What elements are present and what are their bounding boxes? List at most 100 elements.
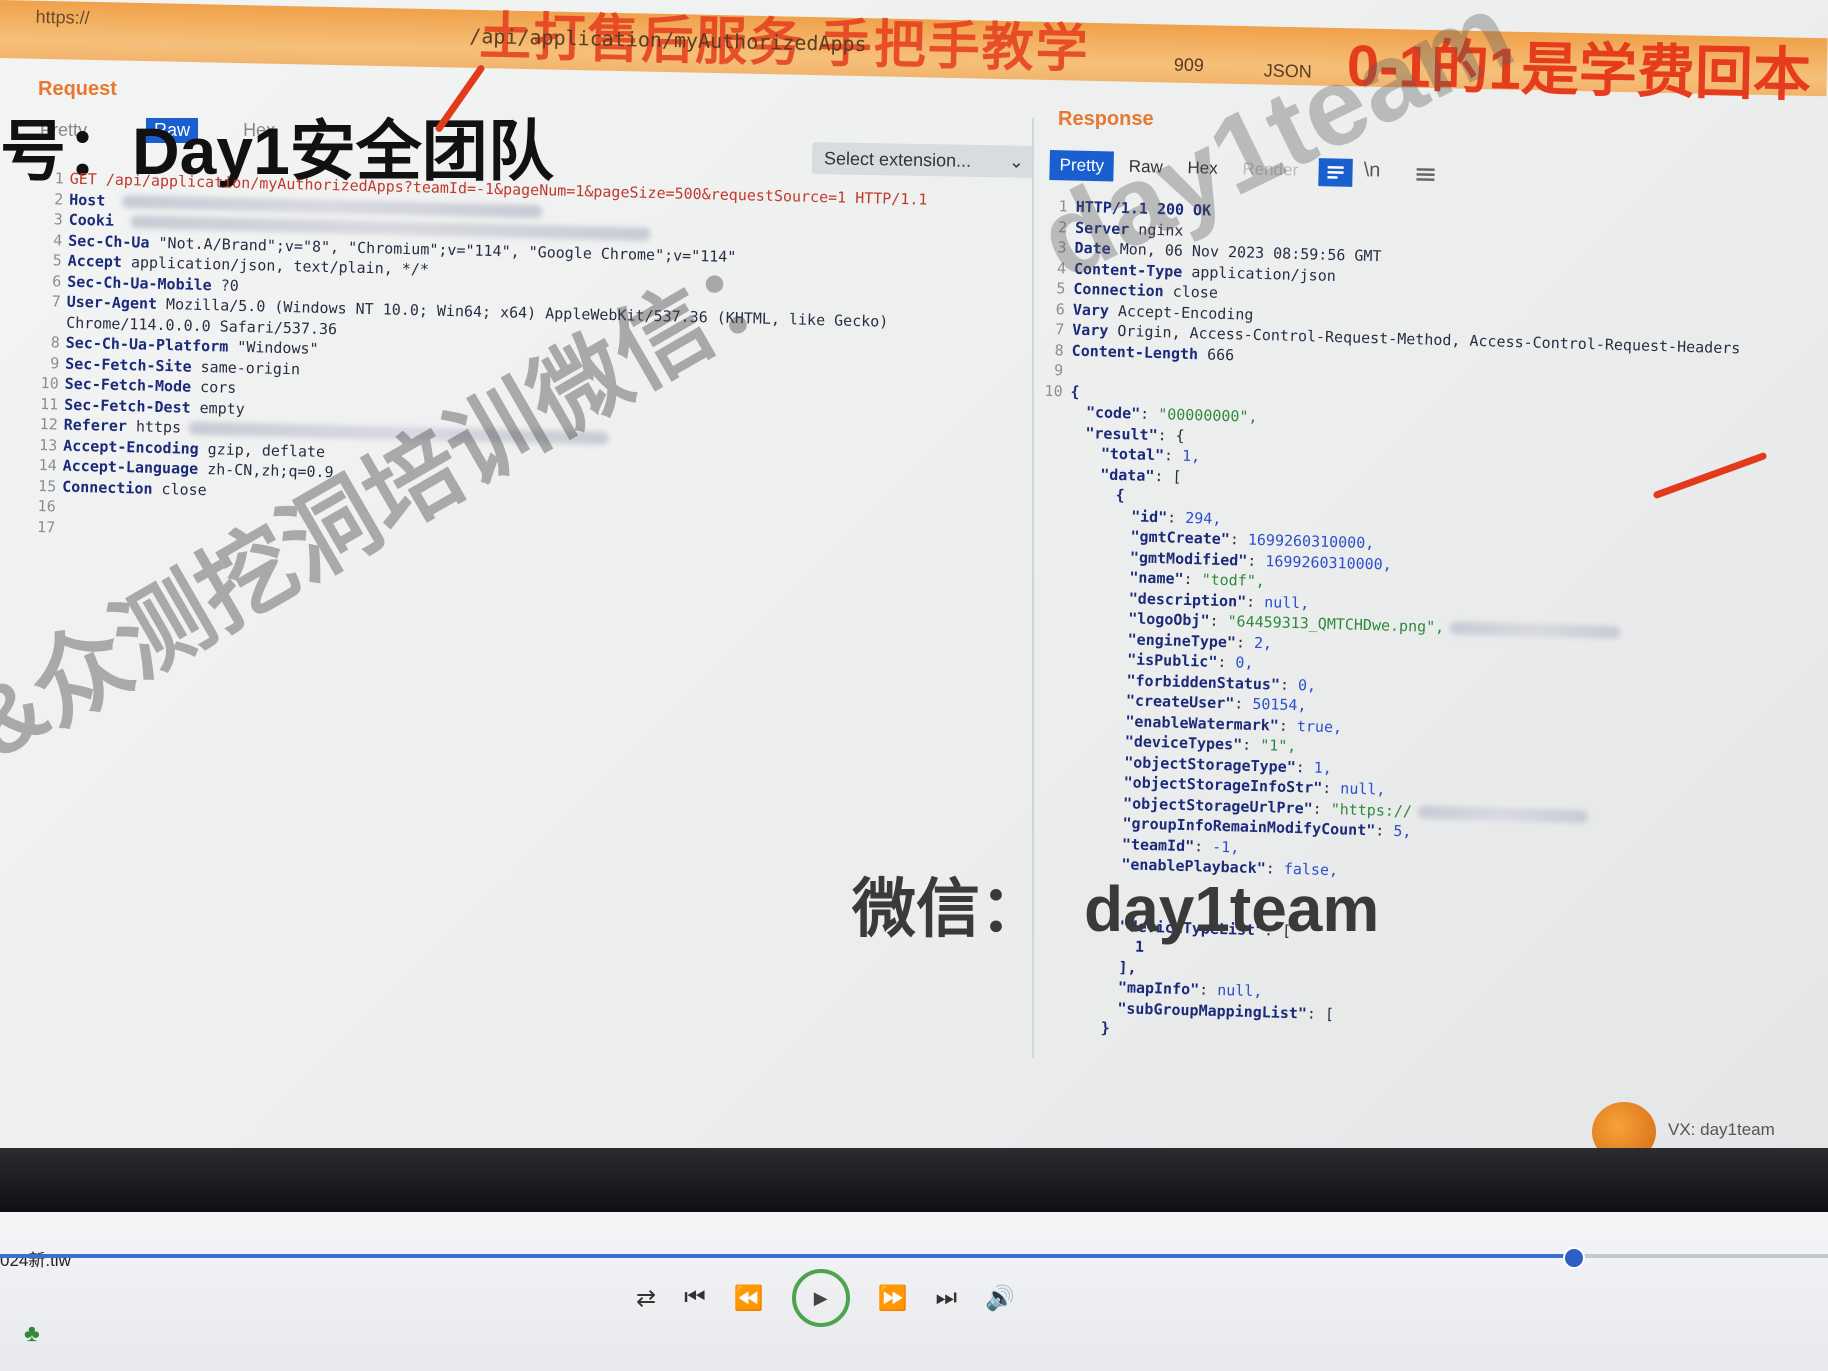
header-name: Sec-Fetch-Mode	[64, 374, 192, 396]
json-value: [	[1172, 467, 1182, 486]
line-number: 6	[1055, 299, 1066, 318]
header-name: Vary	[1072, 300, 1110, 320]
json-value: 1699260310000,	[1247, 530, 1375, 553]
line-number: 8	[1054, 340, 1064, 359]
header-name: Host	[69, 190, 106, 210]
line-number: 3	[53, 210, 63, 229]
json-key: "gmtCreate"	[1130, 527, 1231, 549]
json-key: "result"	[1085, 423, 1158, 444]
header-value: close	[161, 479, 207, 499]
header-name: Accept-Language	[62, 456, 199, 478]
json-value: null,	[1216, 980, 1263, 1001]
json-value: {	[1175, 426, 1185, 445]
header-name: Sec-Ch-Ua-Mobile	[67, 272, 212, 294]
header-value: application/json	[1191, 262, 1337, 285]
wechat-id: day1team	[1084, 873, 1380, 945]
header-name: Sec-Fetch-Site	[65, 354, 192, 376]
json-key: {	[1115, 485, 1125, 505]
json-key: "name"	[1129, 568, 1184, 588]
menu-icon[interactable]	[1408, 160, 1443, 189]
header-name: Content-Length	[1071, 341, 1199, 363]
url-text[interactable]: https://	[35, 7, 89, 29]
json-key: "forbiddenStatus"	[1126, 670, 1281, 694]
line-number: 5	[52, 251, 62, 270]
line-number: 15	[37, 476, 57, 495]
header-name: Referer	[63, 415, 128, 436]
json-value: 294,	[1185, 508, 1222, 528]
line-number: 7	[1055, 320, 1065, 339]
json-key: "data"	[1100, 465, 1155, 485]
header-name: Sec-Ch-Ua-Platform	[65, 333, 229, 356]
json-key: "gmtModified"	[1129, 547, 1248, 570]
player-controls: ⇄ ⏮ ⏪ ▶ ⏩ ⏭ 🔊	[636, 1268, 1015, 1328]
json-key: "description"	[1128, 588, 1247, 611]
line-number: 2	[53, 189, 64, 209]
fast-forward-icon[interactable]: ⏩	[878, 1284, 908, 1313]
line-number: 9	[49, 353, 60, 372]
volume-icon[interactable]: 🔊	[985, 1284, 1015, 1313]
json-value: [	[1324, 1004, 1335, 1023]
json-value: "1",	[1259, 736, 1297, 756]
json-key: "enableWatermark"	[1125, 711, 1280, 735]
json-key: ],	[1118, 957, 1137, 977]
line-number: 14	[38, 456, 57, 475]
json-value: "todf",	[1201, 570, 1266, 591]
line-number: 13	[38, 435, 58, 454]
rewind-icon[interactable]: ⏪	[734, 1284, 764, 1313]
json-key: "deviceTypes"	[1124, 732, 1243, 754]
json-key: "logoObj"	[1127, 609, 1210, 630]
header-value: 666	[1206, 344, 1235, 364]
line-number: 17	[36, 517, 56, 536]
line-number: 8	[50, 333, 60, 352]
prev-icon[interactable]: ⏮	[684, 1284, 706, 1312]
header-value: same-origin	[200, 357, 301, 378]
json-key: "mapInfo"	[1117, 978, 1200, 999]
redacted-value	[1417, 805, 1589, 823]
play-icon[interactable]: ▶	[791, 1269, 850, 1327]
seek-thumb[interactable]	[1563, 1247, 1586, 1269]
response-length: 909	[1173, 54, 1205, 76]
tray-icon[interactable]: ♣	[24, 1320, 58, 1348]
line-number: 10	[40, 374, 59, 393]
json-value: null,	[1263, 592, 1310, 612]
json-key: "code"	[1085, 403, 1141, 423]
json-value: 2,	[1253, 633, 1273, 652]
line-number: 5	[1056, 279, 1066, 298]
line-number: 7	[51, 292, 61, 311]
json-key: "subGroupMappingList"	[1117, 998, 1308, 1022]
json-key: "total"	[1100, 444, 1165, 465]
json-value: "https://	[1330, 799, 1413, 820]
monitor-bezel	[0, 1148, 1828, 1218]
line-number: 16	[37, 496, 56, 516]
json-value: 5,	[1393, 821, 1412, 841]
extension-select[interactable]: Select extension... ⌄	[811, 142, 1035, 178]
json-key: "teamId"	[1121, 834, 1195, 855]
line-number: 11	[39, 394, 59, 413]
header-value: cors	[199, 377, 237, 397]
next-icon[interactable]: ⏭	[936, 1284, 958, 1312]
header-value: empty	[199, 398, 246, 418]
chevron-down-icon: ⌄	[1008, 151, 1025, 172]
json-value: 1699260310000,	[1265, 551, 1393, 574]
json-key: "isPublic"	[1126, 650, 1218, 671]
header-name: Accept-Encoding	[63, 436, 199, 458]
line-number: 9	[1053, 361, 1064, 380]
json-value: 1,	[1313, 758, 1333, 777]
response-title: Response	[1058, 108, 1154, 130]
newline-icon[interactable]: \n	[1363, 159, 1398, 188]
seek-bar[interactable]	[0, 1247, 1828, 1269]
line-number: 12	[39, 415, 58, 434]
json-value: null,	[1340, 779, 1386, 799]
header-name: Vary	[1072, 320, 1109, 340]
json-key: "engineType"	[1127, 629, 1237, 651]
header-value: close	[1172, 282, 1219, 302]
json-value: "00000000",	[1157, 405, 1258, 426]
header-name: Sec-Fetch-Dest	[64, 395, 191, 417]
watermark-wechat: 微信： day1team	[852, 858, 1379, 950]
extension-select-label: Select extension...	[823, 148, 972, 171]
line-number: 1	[54, 169, 64, 188]
line-number: 4	[52, 230, 63, 250]
json-key: "createUser"	[1125, 691, 1235, 713]
repeat-icon[interactable]: ⇄	[636, 1284, 656, 1313]
header-value: Accept-Encoding	[1117, 301, 1254, 324]
